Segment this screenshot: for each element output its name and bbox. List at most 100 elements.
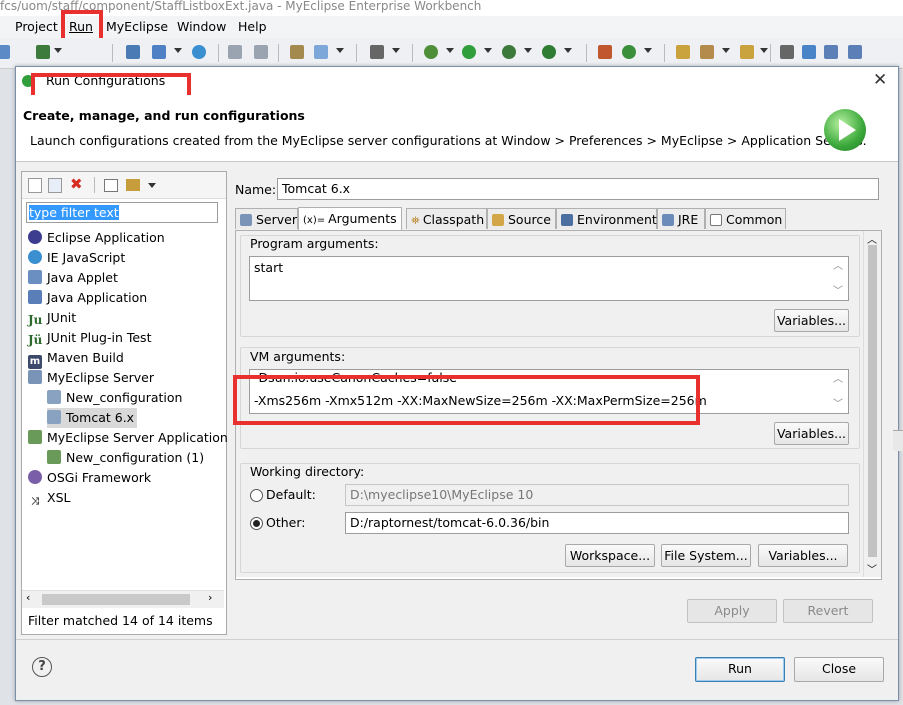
tree-item-java-applet[interactable]: Java Applet xyxy=(28,268,118,288)
program-arguments-input[interactable]: start ︿ ﹀ xyxy=(249,256,849,301)
filter-dropdown-icon[interactable] xyxy=(148,183,156,188)
tab-classpath[interactable]: ⛯ Classpath xyxy=(406,208,487,229)
dropdown-arrow-icon[interactable] xyxy=(644,48,652,53)
new-icon[interactable] xyxy=(36,45,50,59)
search-icon[interactable] xyxy=(780,45,794,59)
menu-myeclipse[interactable]: MyEclipse xyxy=(106,19,168,34)
scroll-down-icon[interactable]: ﹀ xyxy=(833,283,843,300)
scroll-left-icon[interactable]: ‹ xyxy=(26,591,30,604)
open-folder-icon[interactable] xyxy=(676,45,690,59)
new-config-icon[interactable] xyxy=(28,178,42,193)
menu-help[interactable]: Help xyxy=(238,19,267,34)
new-class-icon[interactable] xyxy=(622,45,636,59)
delete-config-icon[interactable]: ✖ xyxy=(70,175,83,193)
config-tree-toolbar: ✖ xyxy=(22,172,226,199)
server-icon[interactable] xyxy=(152,45,166,59)
tree-item-eclipse-application[interactable]: Eclipse Application xyxy=(28,228,165,248)
tree-item-myeclipse-server-application[interactable]: MyEclipse Server Application xyxy=(28,428,228,448)
file-system-button[interactable]: File System... xyxy=(661,544,751,567)
layout-icon[interactable] xyxy=(848,45,862,59)
help-icon[interactable]: ? xyxy=(32,657,52,677)
menu-project[interactable]: Project xyxy=(15,19,58,34)
filter-input[interactable]: type filter text xyxy=(26,202,218,223)
scroll-up-icon[interactable]: ︿ xyxy=(867,231,877,246)
collapse-all-icon[interactable] xyxy=(104,179,118,192)
scrollbar-thumb[interactable] xyxy=(868,245,877,557)
tree-item-junit-plugin-test[interactable]: Jü JUnit Plug-in Test xyxy=(28,328,151,348)
scroll-down-icon[interactable]: ﹀ xyxy=(833,396,843,413)
globe-icon[interactable] xyxy=(192,45,206,59)
dropdown-arrow-icon[interactable] xyxy=(564,48,572,53)
scroll-right-icon[interactable]: › xyxy=(208,591,212,604)
toolbar-icon[interactable] xyxy=(0,45,10,59)
folder-icon[interactable] xyxy=(740,45,754,59)
tree-item-tomcat[interactable]: Tomcat 6.x xyxy=(47,408,138,428)
run-icon[interactable] xyxy=(462,45,476,59)
dropdown-arrow-icon[interactable] xyxy=(760,48,768,53)
tree-horizontal-scrollbar[interactable]: ‹ › xyxy=(22,590,224,608)
tab-source[interactable]: Source xyxy=(487,208,556,229)
close-button[interactable]: Close xyxy=(794,657,884,682)
other-radio[interactable] xyxy=(250,517,263,530)
debug-icon[interactable] xyxy=(424,45,438,59)
print-icon[interactable] xyxy=(254,45,268,59)
menu-window[interactable]: Window xyxy=(177,19,226,34)
tree-item-java-application[interactable]: Java Application xyxy=(28,288,147,308)
name-label: Name: xyxy=(235,182,277,197)
program-variables-button[interactable]: Variables... xyxy=(774,309,849,332)
program-arguments-label: Program arguments: xyxy=(250,236,379,251)
dropdown-arrow-icon[interactable] xyxy=(484,48,492,53)
tree-item-new-configuration-1[interactable]: New_configuration (1) xyxy=(47,448,204,468)
tree-item-xsl[interactable]: ⤨ XSL xyxy=(28,488,70,508)
dropdown-arrow-icon[interactable] xyxy=(174,48,182,53)
run-external-icon[interactable] xyxy=(502,45,516,59)
scroll-up-icon[interactable]: ︿ xyxy=(833,258,843,276)
marker-icon[interactable] xyxy=(802,45,816,59)
save-icon[interactable] xyxy=(228,45,242,59)
dropdown-arrow-icon[interactable] xyxy=(392,48,400,53)
other-directory-input[interactable]: D:/raptornest/tomcat-6.0.36/bin xyxy=(345,512,849,534)
tree-item-junit[interactable]: Ju JUnit xyxy=(28,308,76,328)
tree-item-myeclipse-server[interactable]: MyEclipse Server xyxy=(28,368,154,388)
build-icon[interactable] xyxy=(700,45,714,59)
deploy-icon[interactable] xyxy=(126,45,140,59)
dropdown-arrow-icon[interactable] xyxy=(336,48,344,53)
eclipse-icon xyxy=(28,230,42,244)
workspace-button[interactable]: Workspace... xyxy=(565,544,655,567)
default-radio[interactable] xyxy=(250,489,263,502)
dialog-separator xyxy=(16,639,898,640)
coverage-icon[interactable] xyxy=(542,45,556,59)
open-type-icon[interactable] xyxy=(290,45,304,59)
tree-item-new-configuration[interactable]: New_configuration xyxy=(47,388,182,408)
dropdown-arrow-icon[interactable] xyxy=(722,48,730,53)
close-icon[interactable]: ✕ xyxy=(873,70,887,90)
outline-icon[interactable] xyxy=(824,45,838,59)
tab-common[interactable]: Common xyxy=(705,208,786,229)
revert-button[interactable]: Revert xyxy=(783,599,873,623)
duplicate-config-icon[interactable] xyxy=(48,178,62,193)
server-config-icon xyxy=(47,390,61,404)
tree-item-ie-javascript[interactable]: IE JavaScript xyxy=(28,248,125,268)
tab-arguments[interactable]: (x)= Arguments xyxy=(298,207,402,230)
scroll-down-icon[interactable]: ﹀ xyxy=(867,561,877,576)
scroll-up-icon[interactable]: ︿ xyxy=(833,371,843,388)
scrollbar-thumb[interactable] xyxy=(42,594,190,605)
vm-variables-button[interactable]: Variables... xyxy=(774,422,849,445)
web-icon[interactable] xyxy=(314,45,328,59)
dropdown-arrow-icon[interactable] xyxy=(524,48,532,53)
tab-environment[interactable]: Environment xyxy=(556,208,657,229)
tab-jre[interactable]: JRE xyxy=(657,208,705,229)
config-name-input[interactable]: Tomcat 6.x xyxy=(277,178,879,200)
tree-item-maven-build[interactable]: m Maven Build xyxy=(28,348,124,369)
arguments-vertical-scrollbar[interactable]: ︿ ﹀ xyxy=(863,231,881,577)
camera-icon[interactable] xyxy=(370,45,384,59)
tree-item-osgi-framework[interactable]: OSGi Framework xyxy=(28,468,151,488)
apply-button[interactable]: Apply xyxy=(687,599,777,623)
working-dir-variables-button[interactable]: Variables... xyxy=(758,544,848,567)
run-button[interactable]: Run xyxy=(695,657,785,682)
tab-server[interactable]: Server xyxy=(235,208,298,229)
filter-icon[interactable] xyxy=(126,179,140,191)
new-java-class-icon[interactable] xyxy=(598,45,612,59)
dropdown-arrow-icon[interactable] xyxy=(446,48,454,53)
dropdown-arrow-icon[interactable] xyxy=(54,48,62,53)
